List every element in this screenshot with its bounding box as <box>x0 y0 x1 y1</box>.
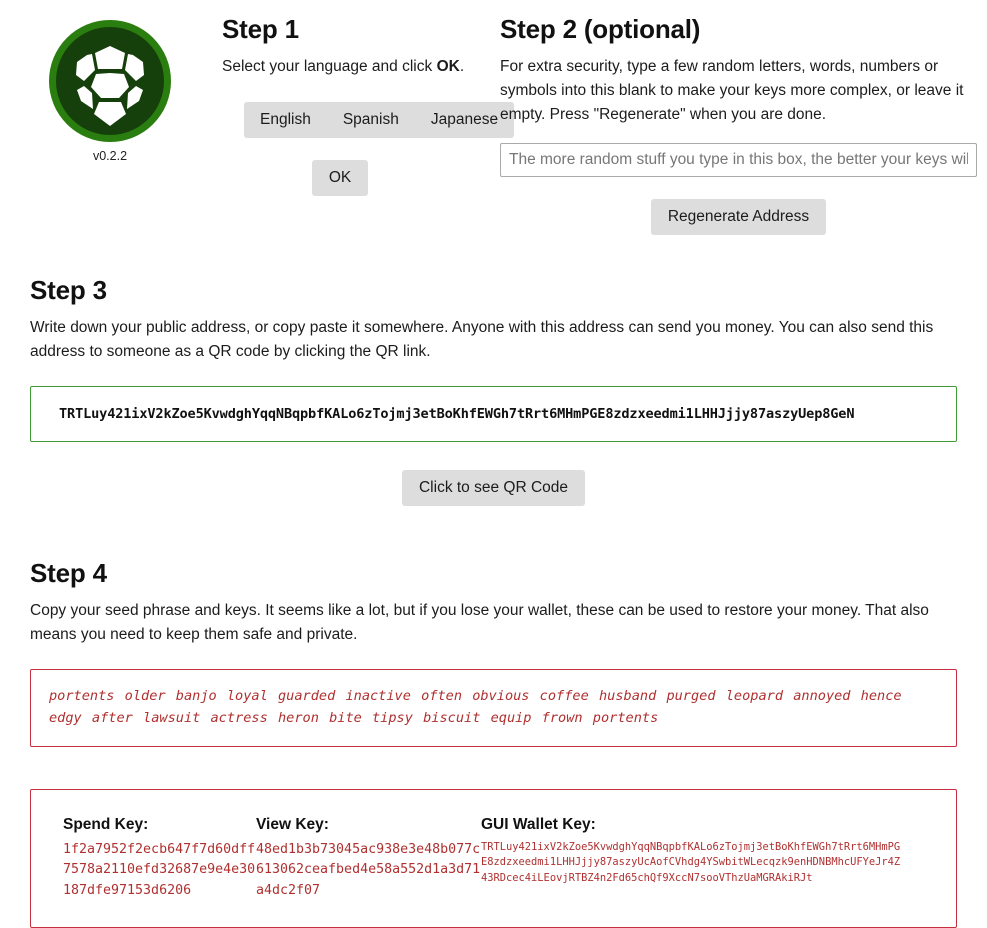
language-option-spanish[interactable]: Spanish <box>327 102 415 138</box>
step4-description: Copy your seed phrase and keys. It seems… <box>30 602 929 644</box>
ok-button-row: OK <box>222 160 514 197</box>
seed-phrase-box[interactable]: portents older banjo loyal guarded inact… <box>30 669 957 747</box>
step1-description: Select your language and click OK. <box>222 55 514 79</box>
step3-title: Step 3 <box>30 275 107 306</box>
gui-wallet-key-column: GUI Wallet Key: TRTLuy421ixV2kZoe5Kvwdgh… <box>481 816 956 902</box>
gui-wallet-key-value: TRTLuy421ixV2kZoe5KvwdghYqqNBqpbfKALo6zT… <box>481 840 901 884</box>
qr-button-row: Click to see QR Code <box>30 470 957 507</box>
entropy-input[interactable] <box>500 143 977 178</box>
step3-description: Write down your public address, or copy … <box>30 319 934 361</box>
step3-section: Step 3 Write down your public address, o… <box>0 275 987 507</box>
step1-description-lead: Select your language and click <box>222 58 437 75</box>
spend-key-value: 1f2a7952f2ecb647f7d60dff7578a2110efd3268… <box>63 841 256 898</box>
language-option-english[interactable]: English <box>244 102 327 138</box>
keys-box: Spend Key: 1f2a7952f2ecb647f7d60dff7578a… <box>30 788 957 928</box>
spend-key-column: Spend Key: 1f2a7952f2ecb647f7d60dff7578a… <box>31 816 256 902</box>
show-qr-code-button[interactable]: Click to see QR Code <box>401 470 586 507</box>
seed-phrase-value: portents older banjo loyal guarded inact… <box>49 688 902 726</box>
turtlecoin-shield-icon <box>47 18 173 144</box>
step1-description-ok: OK <box>436 58 460 75</box>
top-section: v0.2.2 Step 1 Select your language and c… <box>0 0 987 236</box>
spend-key-label: Spend Key: <box>63 815 149 833</box>
version-label: v0.2.2 <box>92 149 128 163</box>
step2-description: For extra security, type a few random le… <box>500 58 964 124</box>
wallet-generator-page: v0.2.2 Step 1 Select your language and c… <box>0 0 987 928</box>
step1-block: Step 1 Select your language and click OK… <box>190 14 515 235</box>
ok-button[interactable]: OK <box>311 160 369 197</box>
language-selector[interactable]: English Spanish Japanese <box>244 102 515 139</box>
step4-title: Step 4 <box>30 558 107 589</box>
regenerate-address-button[interactable]: Regenerate Address <box>650 199 827 236</box>
public-address-box[interactable]: TRTLuy421ixV2kZoe5KvwdghYqqNBqpbfKALo6zT… <box>30 386 957 443</box>
step1-description-tail: . <box>459 58 465 75</box>
view-key-column: View Key: 48ed1b3b73045ac938e3e48b077c61… <box>256 816 481 902</box>
view-key-label: View Key: <box>256 815 329 833</box>
step2-title: Step 2 (optional) <box>500 14 701 44</box>
gui-wallet-key-label: GUI Wallet Key: <box>481 815 596 833</box>
logo-block: v0.2.2 <box>30 14 190 235</box>
public-address-value: TRTLuy421ixV2kZoe5KvwdghYqqNBqpbfKALo6zT… <box>59 406 855 423</box>
step2-section: Step 2 (optional) For extra security, ty… <box>490 14 987 236</box>
regenerate-button-row: Regenerate Address <box>500 199 987 236</box>
step4-section: Step 4 Copy your seed phrase and keys. I… <box>0 558 987 928</box>
view-key-value: 48ed1b3b73045ac938e3e48b077c613062ceafbe… <box>256 841 481 898</box>
step1-title: Step 1 <box>222 14 299 44</box>
step1-section: v0.2.2 Step 1 Select your language and c… <box>0 14 515 235</box>
